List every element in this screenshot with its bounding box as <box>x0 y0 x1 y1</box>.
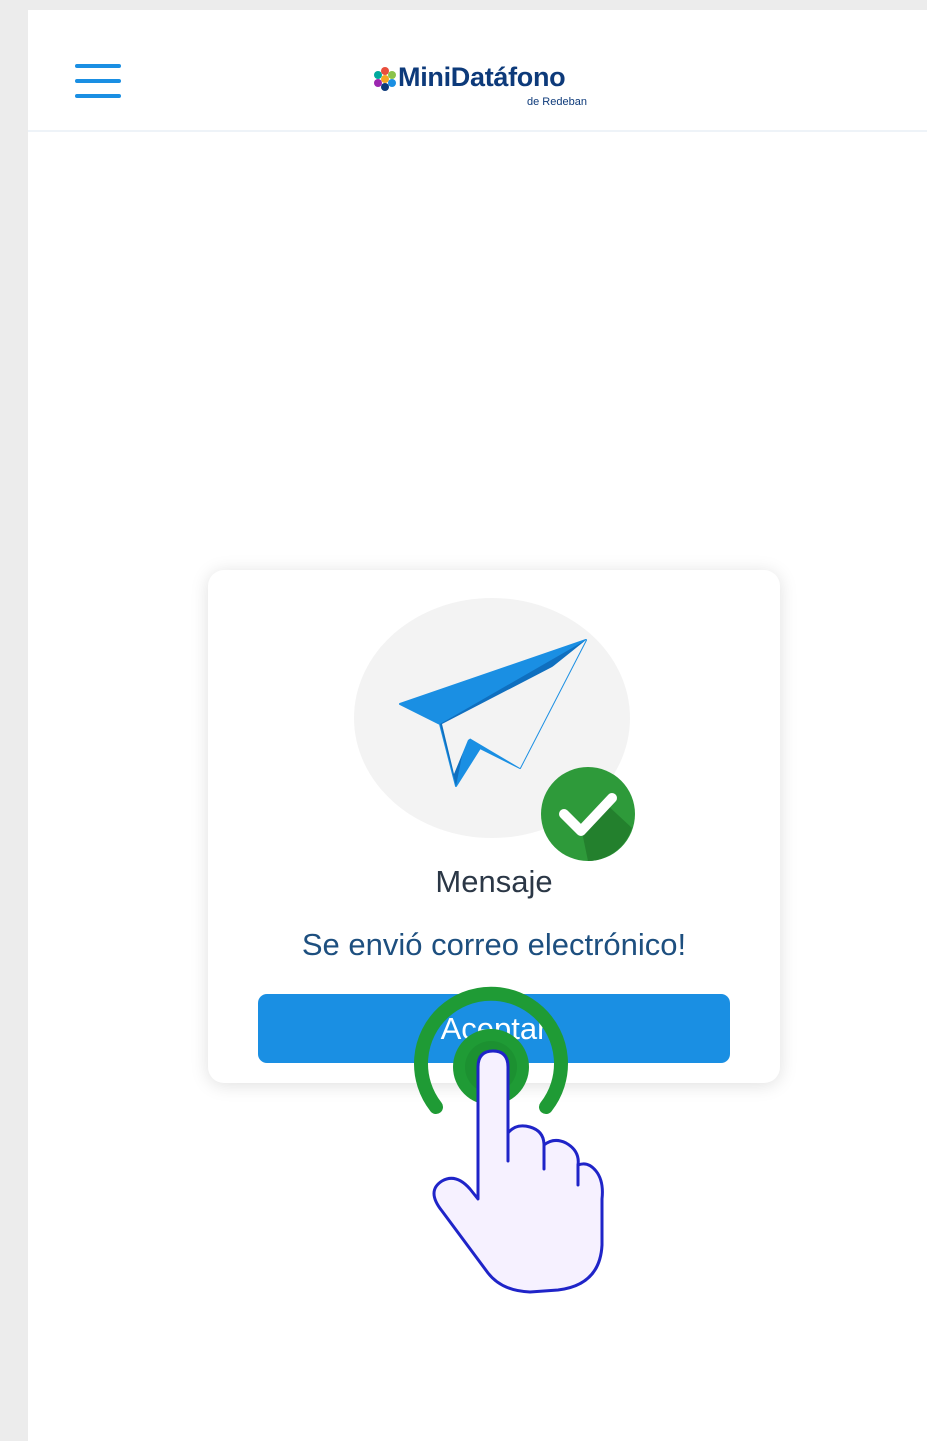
app-screen: MiniDatáfono de Redeban Mensaje Se envió… <box>28 10 927 1441</box>
dialog-message: Se envió correo electrónico! <box>301 927 687 962</box>
brand-subtitle: de Redeban <box>527 96 587 108</box>
dialog-title: Mensaje <box>435 864 553 899</box>
hamburger-menu-icon[interactable] <box>75 64 121 100</box>
check-circle-icon <box>541 767 635 861</box>
brand-name: MiniDatáfono <box>398 62 566 92</box>
accept-button[interactable]: Aceptar <box>258 994 730 1063</box>
brand-logo: MiniDatáfono de Redeban <box>372 62 632 112</box>
dialog-icon-circle <box>354 598 635 861</box>
logo-mark-icon <box>374 67 396 91</box>
app-header: MiniDatáfono de Redeban <box>28 10 927 132</box>
message-dialog: Mensaje Se envió correo electrónico! Ace… <box>208 570 780 1083</box>
